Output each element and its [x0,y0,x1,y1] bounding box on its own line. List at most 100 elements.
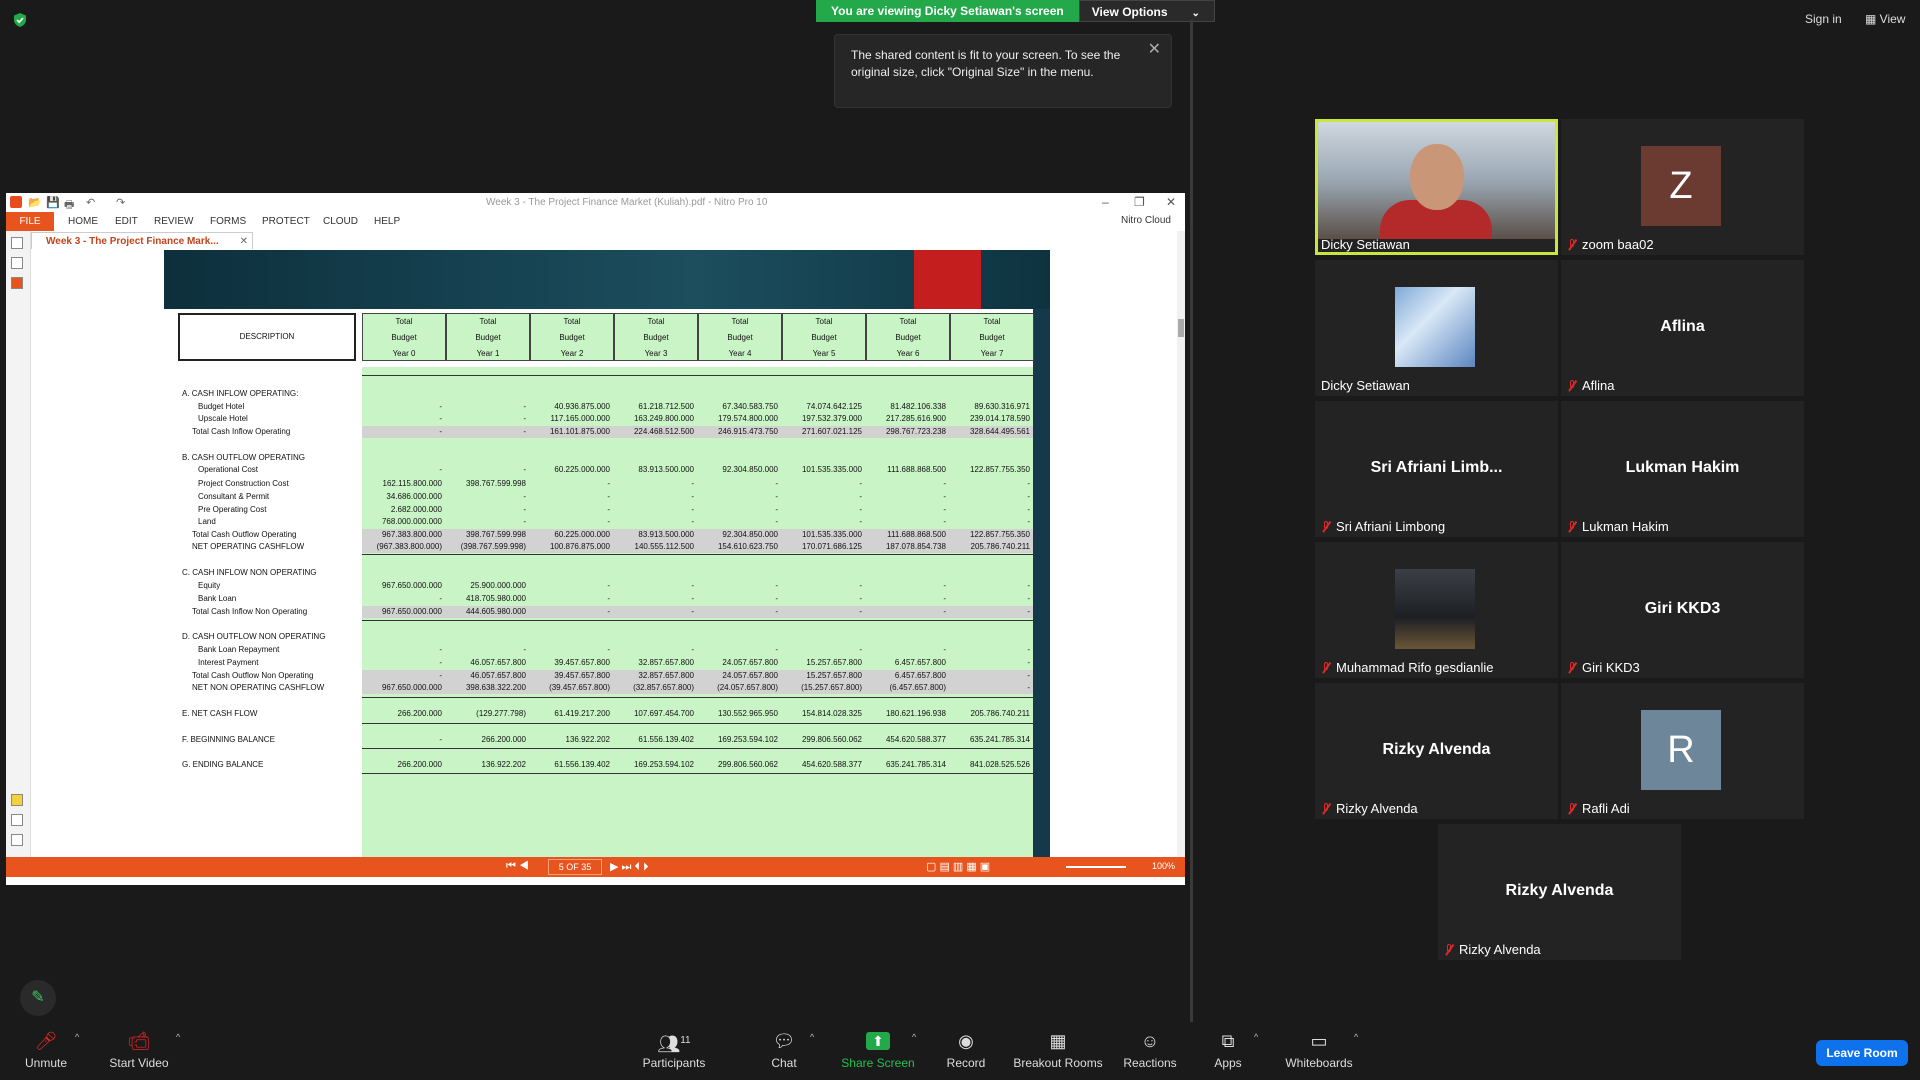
table-cell[interactable]: 418.705.980.000 [446,594,526,603]
table-cell[interactable]: - [950,658,1030,667]
table-cell[interactable]: 768.000.000.000 [362,517,442,526]
table-cell[interactable]: 163.249.800.000 [614,414,694,423]
caret-up-icon[interactable]: ^ [75,1032,79,1042]
table-cell[interactable]: - [698,479,778,488]
table-cell[interactable]: 328.644.495.561 [950,427,1030,436]
table-cell[interactable]: (32.857.657.800) [614,683,694,692]
table-cell[interactable]: 180.621.196.938 [866,709,946,718]
apps-button[interactable]: ⧉ Apps ^ [1208,1030,1258,1070]
menu-cloud[interactable]: CLOUD [323,216,358,227]
table-cell[interactable]: - [530,645,610,654]
caret-up-icon[interactable]: ^ [1354,1032,1358,1042]
table-cell[interactable]: 217.285.616.900 [866,414,946,423]
table-cell[interactable]: 266.200.000 [362,760,443,769]
table-cell[interactable]: 6.457.657.800 [866,671,946,680]
table-cell[interactable]: - [782,607,862,616]
close-tab-icon[interactable]: ✕ [240,233,248,250]
table-cell[interactable]: - [362,645,442,654]
table-cell[interactable]: 398.767.599.998 [446,479,526,488]
caret-up-icon[interactable]: ^ [1254,1032,1258,1042]
table-cell[interactable]: - [866,479,946,488]
table-cell[interactable]: - [866,517,946,526]
table-cell[interactable]: 32.857.657.800 [614,658,694,667]
table-cell[interactable]: 2.682.000.000 [362,505,442,514]
table-cell[interactable]: - [950,505,1030,514]
view-mode-icons[interactable]: ▢ ▤ ▥ ▦ ▣ [926,860,990,873]
table-cell[interactable]: 154.610.623.750 [698,542,778,551]
scroll-thumb[interactable] [1178,319,1184,337]
table-cell[interactable]: (6.457.657.800) [866,683,947,692]
table-cell[interactable]: 111.688.868.500 [866,530,946,539]
table-cell[interactable]: - [866,492,946,501]
table-cell[interactable]: - [446,427,526,436]
comments-icon[interactable] [11,794,23,806]
chat-button[interactable]: 💬︎ Chat ^ [764,1030,814,1070]
table-cell[interactable]: 635.241.785.314 [950,735,1030,744]
shared-screen[interactable]: 📂 💾 🖶 ↶ ↷ Week 3 - The Project Finance M… [6,193,1185,885]
table-cell[interactable]: 398.767.599.998 [446,530,526,539]
table-cell[interactable]: - [698,594,778,603]
open-icon[interactable]: 📂 [28,196,42,209]
table-cell[interactable]: 92.304.850.000 [698,530,778,539]
table-cell[interactable]: 967.383.800.000 [362,530,442,539]
table-cell[interactable]: 46.057.657.800 [446,658,526,667]
table-cell[interactable]: 24.057.657.800 [698,671,778,680]
table-cell[interactable]: 967.650.000.000 [362,581,442,590]
table-cell[interactable]: 136.922.202 [530,735,611,744]
table-cell[interactable]: (398.767.599.998) [446,542,526,551]
table-cell[interactable]: (967.383.800.000) [362,542,442,551]
table-cell[interactable]: - [530,517,610,526]
table-cell[interactable]: 25.900.000.000 [446,581,526,590]
table-cell[interactable]: 15.257.657.800 [782,658,862,667]
close-icon[interactable]: ✕ [1166,195,1176,209]
table-cell[interactable]: (24.057.657.800) [698,683,778,692]
table-cell[interactable]: 61.556.139.402 [530,760,610,769]
close-icon[interactable]: ✕ [1148,41,1161,58]
table-cell[interactable]: - [698,517,778,526]
participant-tile[interactable]: Rizky Alvenda Rizky Alvenda [1438,824,1681,960]
participants-button[interactable]: 👥︎11 Participants [636,1030,712,1070]
unmute-button[interactable]: 🎤︎ Unmute ^ [20,1030,79,1070]
table-cell[interactable]: - [446,505,526,514]
participant-tile[interactable]: Dicky Setiawan [1315,119,1558,255]
table-cell[interactable]: 454.620.588.377 [782,760,862,769]
table-cell[interactable]: 635.241.785.314 [866,760,946,769]
table-cell[interactable]: - [782,517,862,526]
view-options-button[interactable]: View Options ⌄ [1078,0,1215,22]
table-cell[interactable]: 161.101.875.000 [530,427,610,436]
table-cell[interactable]: - [782,505,862,514]
caret-up-icon[interactable]: ^ [810,1032,814,1042]
table-cell[interactable]: (15.257.657.800) [782,683,862,692]
table-cell[interactable]: 154.814.028.325 [782,709,862,718]
table-cell[interactable]: 271.607.021.125 [782,427,862,436]
participant-tile[interactable]: Lukman Hakim Lukman Hakim [1561,401,1804,537]
table-cell[interactable]: 117.165.000.000 [530,414,610,423]
table-cell[interactable]: - [782,594,862,603]
table-cell[interactable]: - [950,517,1030,526]
next-page-icons[interactable]: ▶ ⏭ ⏴ ⏵ [610,860,649,874]
participant-tile[interactable]: Muhammad Rifo gesdianlie [1315,542,1558,678]
table-cell[interactable]: - [614,492,694,501]
table-cell[interactable]: 61.419.217.200 [530,709,610,718]
table-cell[interactable]: 122.857.755.350 [950,465,1030,474]
vertical-scrollbar[interactable] [1177,231,1185,857]
document-viewport[interactable]: DESCRIPTION Total Budget Year 0 Total Bud… [31,250,1177,857]
annotate-pen-icon[interactable]: ✎ [20,980,56,1016]
table-cell[interactable]: 841.028.525.526 [950,760,1030,769]
split-divider[interactable] [1190,20,1193,1027]
table-cell[interactable]: 39.457.657.800 [530,658,610,667]
table-cell[interactable]: - [446,414,526,423]
table-cell[interactable]: - [362,402,442,411]
table-cell[interactable]: - [950,594,1030,603]
table-cell[interactable]: 81.482.106.338 [866,402,946,411]
table-cell[interactable]: - [866,645,946,654]
caret-up-icon[interactable]: ^ [912,1032,916,1042]
participant-tile[interactable]: R Rafli Adi [1561,683,1804,819]
record-button[interactable]: ◉ Record [944,1030,988,1070]
table-cell[interactable]: 197.532.379.000 [782,414,862,423]
table-cell[interactable]: 92.304.850.000 [698,465,778,474]
menu-help[interactable]: HELP [374,216,400,227]
menu-protect[interactable]: PROTECT [262,216,310,227]
table-cell[interactable]: 6.457.657.800 [866,658,946,667]
table-cell[interactable]: - [446,465,526,474]
